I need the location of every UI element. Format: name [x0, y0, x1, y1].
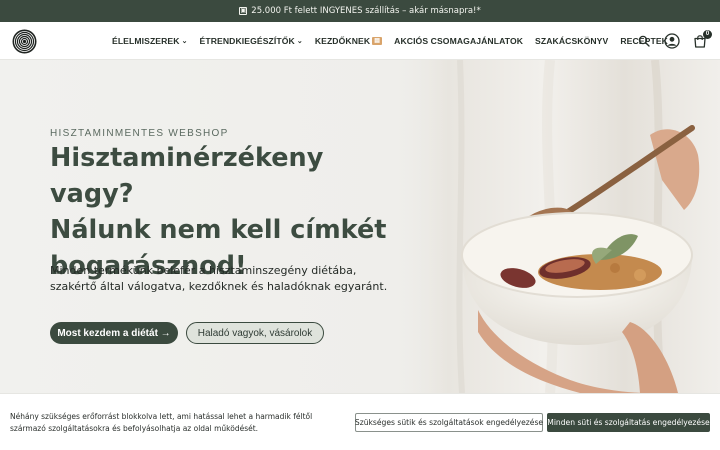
nav-item-kezdoknek[interactable]: KEZDŐKNEK ▤ [314, 36, 383, 46]
chevron-down-icon: ⌄ [296, 38, 303, 45]
concentric-circles-logo[interactable] [12, 29, 37, 54]
hero-subtext: Minden termékünk belefér a hisztaminszeg… [50, 264, 388, 293]
announcement-bar: ▣ 25.000 Ft felett INGYENES szállítás – … [0, 0, 720, 22]
nav-item-label: ÉLELMISZEREK [112, 36, 180, 46]
nav-item-elelmiszerek[interactable]: ÉLELMISZEREK ⌄ [112, 36, 188, 46]
yogurt-bowl-photo [400, 60, 720, 393]
nav-item-label: AKCIÓS CSOMAGAJÁNLATOK [394, 36, 524, 46]
hero-eyebrow: HISZTAMINMENTES WEBSHOP [50, 128, 229, 139]
gift-icon: ▣ [239, 7, 248, 15]
hero-headline-line: Hisztaminérzékeny vagy? [50, 143, 324, 209]
account-icon[interactable] [664, 33, 680, 49]
site-header: ÉLELMISZEREK ⌄ ÉTRENDKIEGÉSZÍTŐK ⌄ KEZDŐ… [0, 22, 720, 60]
main-navigation: ÉLELMISZEREK ⌄ ÉTRENDKIEGÉSZÍTŐK ⌄ KEZDŐ… [112, 22, 668, 60]
nav-item-label: ÉTRENDKIEGÉSZÍTŐK [199, 36, 295, 46]
hero-section: HISZTAMINMENTES WEBSHOP Hisztaminérzéken… [0, 60, 720, 393]
header-tools: 0 [636, 22, 712, 60]
chevron-down-icon: ⌄ [181, 38, 188, 45]
book-badge-icon: ▤ [372, 37, 383, 45]
nav-item-szakacskonyv[interactable]: SZAKÁCSKÖNYV [535, 36, 608, 46]
nav-item-label: KEZDŐKNEK [314, 36, 371, 46]
nav-item-label: SZAKÁCSKÖNYV [535, 36, 609, 46]
search-icon[interactable] [636, 33, 652, 49]
start-diet-button[interactable]: Most kezdem a diétát → [50, 322, 178, 344]
allow-necessary-cookies-button[interactable]: Szükséges sütik és szolgáltatások engedé… [355, 413, 543, 432]
announcement-text: 25.000 Ft felett INGYENES szállítás – ak… [251, 6, 481, 16]
hero-headline-line: Nálunk nem kell címkét [50, 215, 387, 245]
advanced-shop-button[interactable]: Haladó vagyok, vásárolok [186, 322, 324, 344]
cart-button[interactable]: 0 [692, 30, 712, 49]
nav-item-akcios-csomagajanlatok[interactable]: AKCIÓS CSOMAGAJÁNLATOK [394, 36, 523, 46]
nav-item-etrendkiegeszitok[interactable]: ÉTRENDKIEGÉSZÍTŐK ⌄ [200, 36, 303, 46]
allow-all-cookies-button[interactable]: Minden süti és szolgáltatás engedélyezés… [547, 413, 710, 432]
cookie-banner: Néhány szükséges erőforrást blokkolva le… [0, 393, 720, 450]
cart-count-badge: 0 [703, 30, 712, 39]
cookie-notice-text: Néhány szükséges erőforrást blokkolva le… [10, 412, 313, 433]
